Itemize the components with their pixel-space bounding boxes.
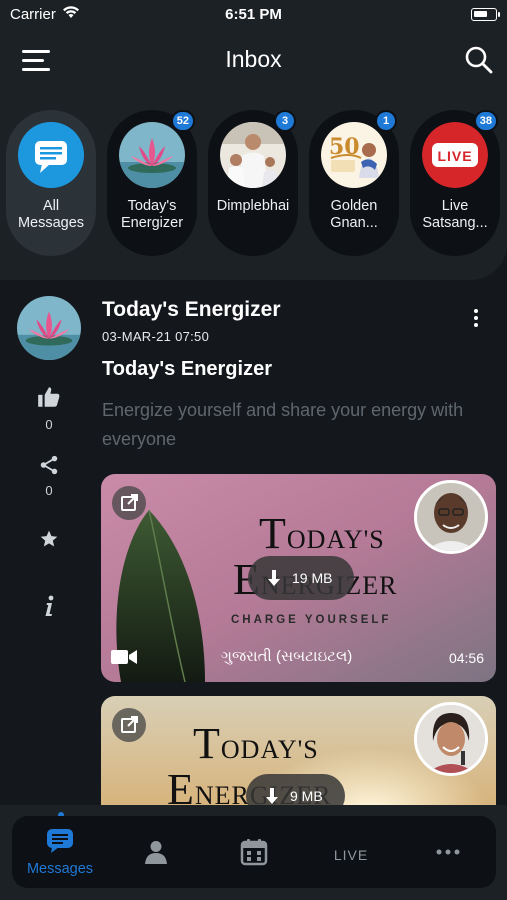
tab-messages[interactable]: Messages <box>12 816 108 888</box>
calendar-icon <box>240 839 268 866</box>
channel-label: Live Satsang... <box>422 198 488 231</box>
tab-profile[interactable] <box>109 816 205 888</box>
channel-todays-energizer[interactable]: 52 Today's Energizer <box>107 110 197 256</box>
channel-list: All Messages 52 Today's Energizer 3 Dimp… <box>6 110 506 258</box>
thumbs-up-icon <box>38 387 60 407</box>
channel-dimplebhai[interactable]: 3 Dimplebhai <box>208 110 298 256</box>
channel-label: Today's Energizer <box>120 198 184 231</box>
open-external-icon[interactable] <box>112 486 146 520</box>
download-button[interactable]: 9 MB <box>246 774 345 805</box>
more-horizontal-icon <box>436 849 460 855</box>
tab-bar: Messages LIVE <box>12 816 496 888</box>
page-title: Inbox <box>225 46 282 72</box>
thumbnail-tagline: CHARGE YOURSELF <box>231 614 392 626</box>
media-card-video[interactable]: TODAY'S ENERGIZER CHARGE YOURSELF 19 MB <box>101 474 496 682</box>
channel-label: Dimplebhai <box>216 198 290 214</box>
live-text-icon: LIVE <box>333 847 369 863</box>
search-icon[interactable] <box>463 44 495 76</box>
like-button[interactable]: 0 <box>28 384 70 432</box>
tab-calendar[interactable] <box>206 816 302 888</box>
speaker-avatar <box>414 480 488 554</box>
unread-badge: 3 <box>274 110 296 132</box>
post-description: Energize yourself and share your energy … <box>102 400 464 449</box>
post-title: Today's Energizer <box>102 358 272 380</box>
status-bar: Carrier 6:51 PM <box>0 0 507 30</box>
more-vertical-icon[interactable] <box>471 308 481 328</box>
golden-gnan-avatar: 50 <box>321 122 387 188</box>
inbox-header: Inbox All Messages 52 Today's Energizer … <box>0 30 507 280</box>
download-size: 19 MB <box>292 570 333 586</box>
like-count: 0 <box>45 417 53 432</box>
star-icon <box>40 530 58 547</box>
media-card-second[interactable]: TODAY'S ENERGIZER 9 MB <box>101 696 496 805</box>
lotus-avatar <box>119 122 185 188</box>
unread-badge: 52 <box>170 110 195 132</box>
channel-live-satsang[interactable]: LIVE 38 Live Satsang... <box>410 110 500 256</box>
profile-icon <box>145 841 167 864</box>
favorite-button[interactable] <box>28 529 70 554</box>
video-camera-icon <box>111 650 137 664</box>
tab-label: Messages <box>26 861 94 877</box>
download-icon <box>268 570 280 587</box>
post-date: 03-MAR-21 07:50 <box>102 329 210 344</box>
tab-more[interactable] <box>400 816 496 888</box>
unread-badge: 1 <box>375 110 397 132</box>
battery-icon <box>471 8 500 21</box>
dimplebhai-avatar <box>220 122 286 188</box>
open-external-icon[interactable] <box>112 708 146 742</box>
message-feed[interactable]: 0 0 Today's Energizer 03-MAR-21 07:50 To… <box>0 280 507 805</box>
post-channel-avatar[interactable] <box>17 296 81 360</box>
post-channel-name: Today's Energizer <box>102 298 281 321</box>
chat-bubble-icon <box>18 122 84 188</box>
download-icon <box>266 788 278 805</box>
channel-all-messages[interactable]: All Messages <box>6 110 96 256</box>
media-language: ગુજરાતી (સબટાઇટલ) <box>221 648 353 665</box>
share-count: 0 <box>45 483 53 498</box>
channel-golden-gnan[interactable]: 50 1 Golden Gnan... <box>309 110 399 256</box>
media-duration: 04:56 <box>448 650 484 666</box>
tab-live[interactable]: LIVE <box>303 816 399 888</box>
speaker-avatar <box>414 702 488 776</box>
download-button[interactable]: 19 MB <box>248 556 355 600</box>
live-avatar: LIVE <box>422 122 488 188</box>
channel-label: Golden Gnan... <box>330 198 378 231</box>
status-time: 6:51 PM <box>225 6 282 23</box>
share-button[interactable]: 0 <box>28 454 70 498</box>
messages-icon <box>47 829 73 853</box>
download-size: 9 MB <box>290 788 323 804</box>
info-icon <box>45 595 54 616</box>
info-button[interactable] <box>28 594 70 623</box>
share-icon <box>40 455 58 475</box>
unread-badge: 38 <box>473 110 498 132</box>
channel-label: All Messages <box>17 198 85 231</box>
live-avatar-text: LIVE <box>437 148 472 164</box>
